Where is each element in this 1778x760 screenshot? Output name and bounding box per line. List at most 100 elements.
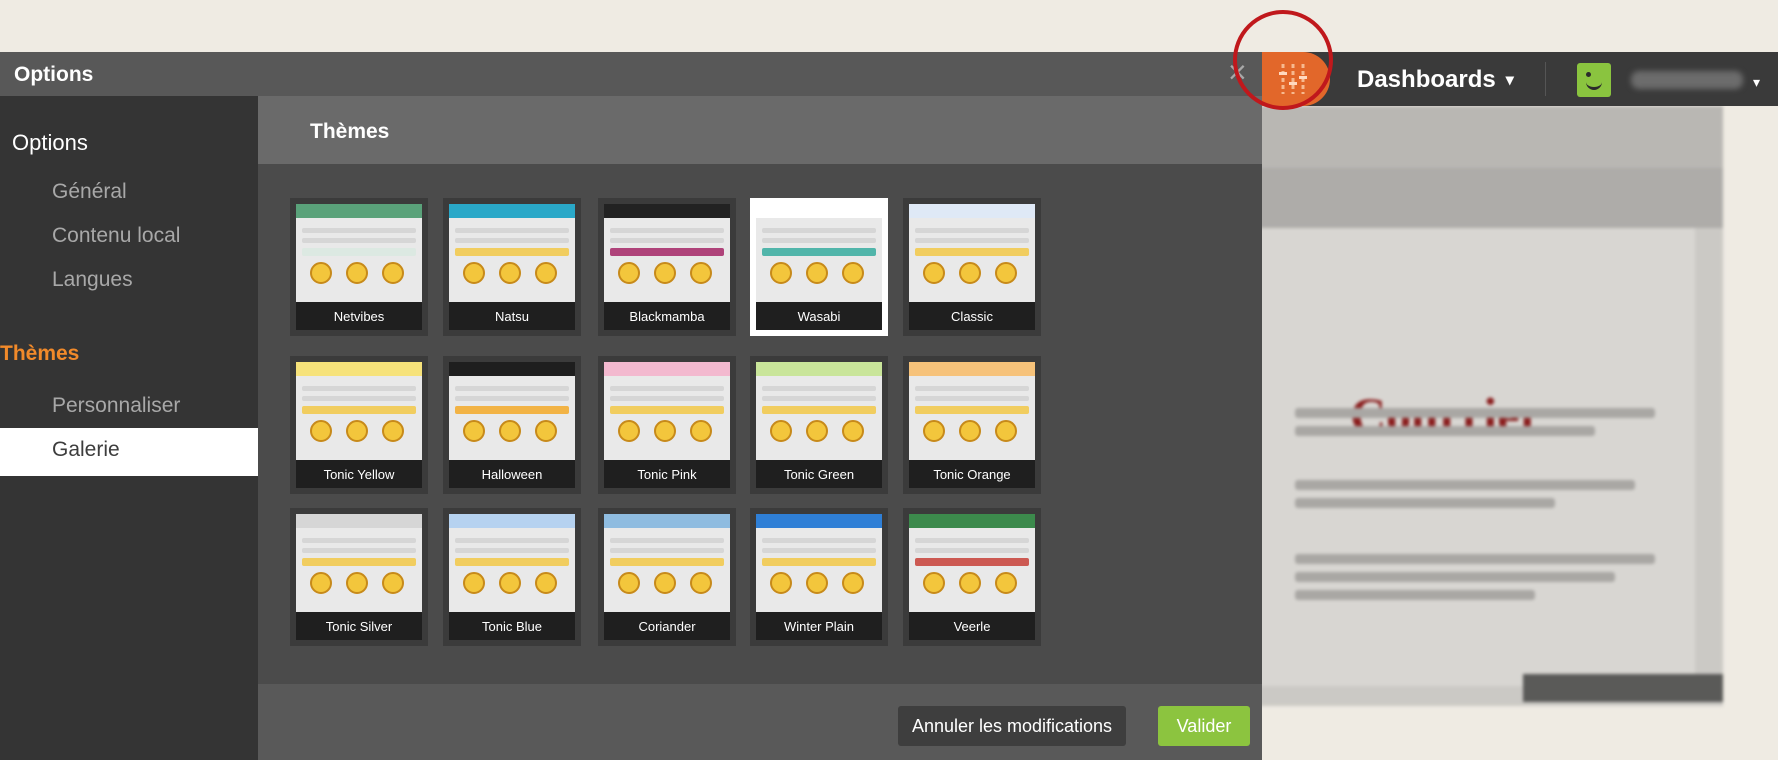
sidebar-item-languages[interactable]: Langues xyxy=(0,258,258,306)
sidebar-heading: Options xyxy=(12,130,88,155)
thumbnail-header xyxy=(604,362,730,376)
theme-thumbnail xyxy=(756,514,882,612)
weather-sun-icon xyxy=(806,572,828,594)
thumbnail-accent-bar xyxy=(762,248,876,256)
divider xyxy=(1545,62,1546,96)
thumbnail-line xyxy=(455,386,569,391)
thumbnail-header xyxy=(604,204,730,218)
weather-sun-icon xyxy=(346,572,368,594)
chevron-down-icon: ▾ xyxy=(1505,72,1514,89)
thumbnail-line xyxy=(610,238,724,243)
weather-sun-icon xyxy=(618,572,640,594)
thumbnail-line xyxy=(455,396,569,401)
theme-thumbnail xyxy=(449,204,575,302)
weather-sun-icon xyxy=(618,420,640,442)
thumbnail-accent-bar xyxy=(455,248,569,256)
thumbnail-line xyxy=(762,386,876,391)
theme-tile[interactable]: Tonic Silver xyxy=(290,508,428,646)
thumbnail-accent-bar xyxy=(915,558,1029,566)
thumbnail-header xyxy=(449,514,575,528)
theme-thumbnail xyxy=(909,514,1035,612)
background-dashboard: Courrier xyxy=(1255,106,1723,706)
sidebar-item-general[interactable]: Général xyxy=(0,170,258,218)
validate-button[interactable]: Valider xyxy=(1158,706,1250,746)
theme-thumbnail xyxy=(909,204,1035,302)
sidebar-item-gallery[interactable]: Galerie xyxy=(0,428,258,476)
thumbnail-header xyxy=(756,362,882,376)
avatar[interactable] xyxy=(1577,63,1611,97)
thumbnail-accent-bar xyxy=(455,558,569,566)
sidebar-item-customize[interactable]: Personnaliser xyxy=(0,384,258,432)
weather-sun-icon xyxy=(770,420,792,442)
user-menu-chevron-icon[interactable]: ▾ xyxy=(1753,74,1760,91)
thumbnail-header xyxy=(449,204,575,218)
theme-tile[interactable]: Veerle xyxy=(903,508,1041,646)
thumbnail-header xyxy=(756,204,882,218)
weather-sun-icon xyxy=(654,420,676,442)
theme-tile[interactable]: Tonic Green xyxy=(750,356,888,494)
thumbnail-line xyxy=(302,548,416,553)
theme-thumbnail xyxy=(604,204,730,302)
theme-tile[interactable]: Halloween xyxy=(443,356,581,494)
theme-thumbnail xyxy=(449,362,575,460)
weather-sun-icon xyxy=(310,572,332,594)
weather-sun-icon xyxy=(770,572,792,594)
thumbnail-accent-bar xyxy=(455,406,569,414)
theme-thumbnail xyxy=(756,204,882,302)
theme-thumbnail xyxy=(909,362,1035,460)
weather-sun-icon xyxy=(346,420,368,442)
theme-tile[interactable]: Tonic Yellow xyxy=(290,356,428,494)
theme-tile[interactable]: Tonic Orange xyxy=(903,356,1041,494)
theme-tile[interactable]: Tonic Pink xyxy=(598,356,736,494)
theme-tile[interactable]: Wasabi xyxy=(750,198,888,336)
weather-sun-icon xyxy=(806,420,828,442)
weather-sun-icon xyxy=(806,262,828,284)
background-toolbar xyxy=(1255,168,1723,228)
thumbnail-line xyxy=(915,238,1029,243)
theme-name: Veerle xyxy=(909,612,1035,640)
weather-sun-icon xyxy=(959,572,981,594)
weather-sun-icon xyxy=(690,572,712,594)
weather-sun-icon xyxy=(959,420,981,442)
theme-thumbnail xyxy=(296,204,422,302)
theme-name: Natsu xyxy=(449,302,575,330)
sidebar-category-themes[interactable]: Thèmes xyxy=(0,332,258,380)
theme-tile[interactable]: Tonic Blue xyxy=(443,508,581,646)
options-panel: Options × Options Général Contenu local … xyxy=(0,52,1262,760)
cancel-changes-button[interactable]: Annuler les modifications xyxy=(898,706,1126,746)
weather-sun-icon xyxy=(310,262,332,284)
dashboards-menu[interactable]: Dashboards ▾ xyxy=(1357,66,1514,94)
weather-sun-icon xyxy=(995,572,1017,594)
theme-tile[interactable]: Coriander xyxy=(598,508,736,646)
thumbnail-header xyxy=(909,362,1035,376)
themes-title: Thèmes xyxy=(310,120,390,143)
options-sidebar: Options Général Contenu local Langues Th… xyxy=(0,96,258,760)
background-tabbar xyxy=(1255,106,1723,168)
thumbnail-line xyxy=(302,238,416,243)
theme-tile[interactable]: Winter Plain xyxy=(750,508,888,646)
theme-tile[interactable]: Netvibes xyxy=(290,198,428,336)
thumbnail-line xyxy=(915,548,1029,553)
weather-sun-icon xyxy=(499,262,521,284)
theme-thumbnail xyxy=(756,362,882,460)
weather-sun-icon xyxy=(654,262,676,284)
thumbnail-accent-bar xyxy=(762,406,876,414)
weather-sun-icon xyxy=(346,262,368,284)
thumbnail-line xyxy=(610,538,724,543)
weather-sun-icon xyxy=(499,420,521,442)
options-title: Options xyxy=(14,63,94,86)
theme-tile[interactable]: Natsu xyxy=(443,198,581,336)
theme-name: Blackmamba xyxy=(604,302,730,330)
theme-tile[interactable]: Blackmamba xyxy=(598,198,736,336)
weather-sun-icon xyxy=(463,420,485,442)
thumbnail-line xyxy=(915,396,1029,401)
thumbnail-header xyxy=(296,362,422,376)
weather-sun-icon xyxy=(535,420,557,442)
theme-name: Halloween xyxy=(449,460,575,488)
theme-name: Tonic Pink xyxy=(604,460,730,488)
theme-tile[interactable]: Classic xyxy=(903,198,1041,336)
theme-name: Tonic Blue xyxy=(449,612,575,640)
sidebar-item-local-content[interactable]: Contenu local xyxy=(0,214,258,262)
weather-sun-icon xyxy=(310,420,332,442)
thumbnail-line xyxy=(610,386,724,391)
